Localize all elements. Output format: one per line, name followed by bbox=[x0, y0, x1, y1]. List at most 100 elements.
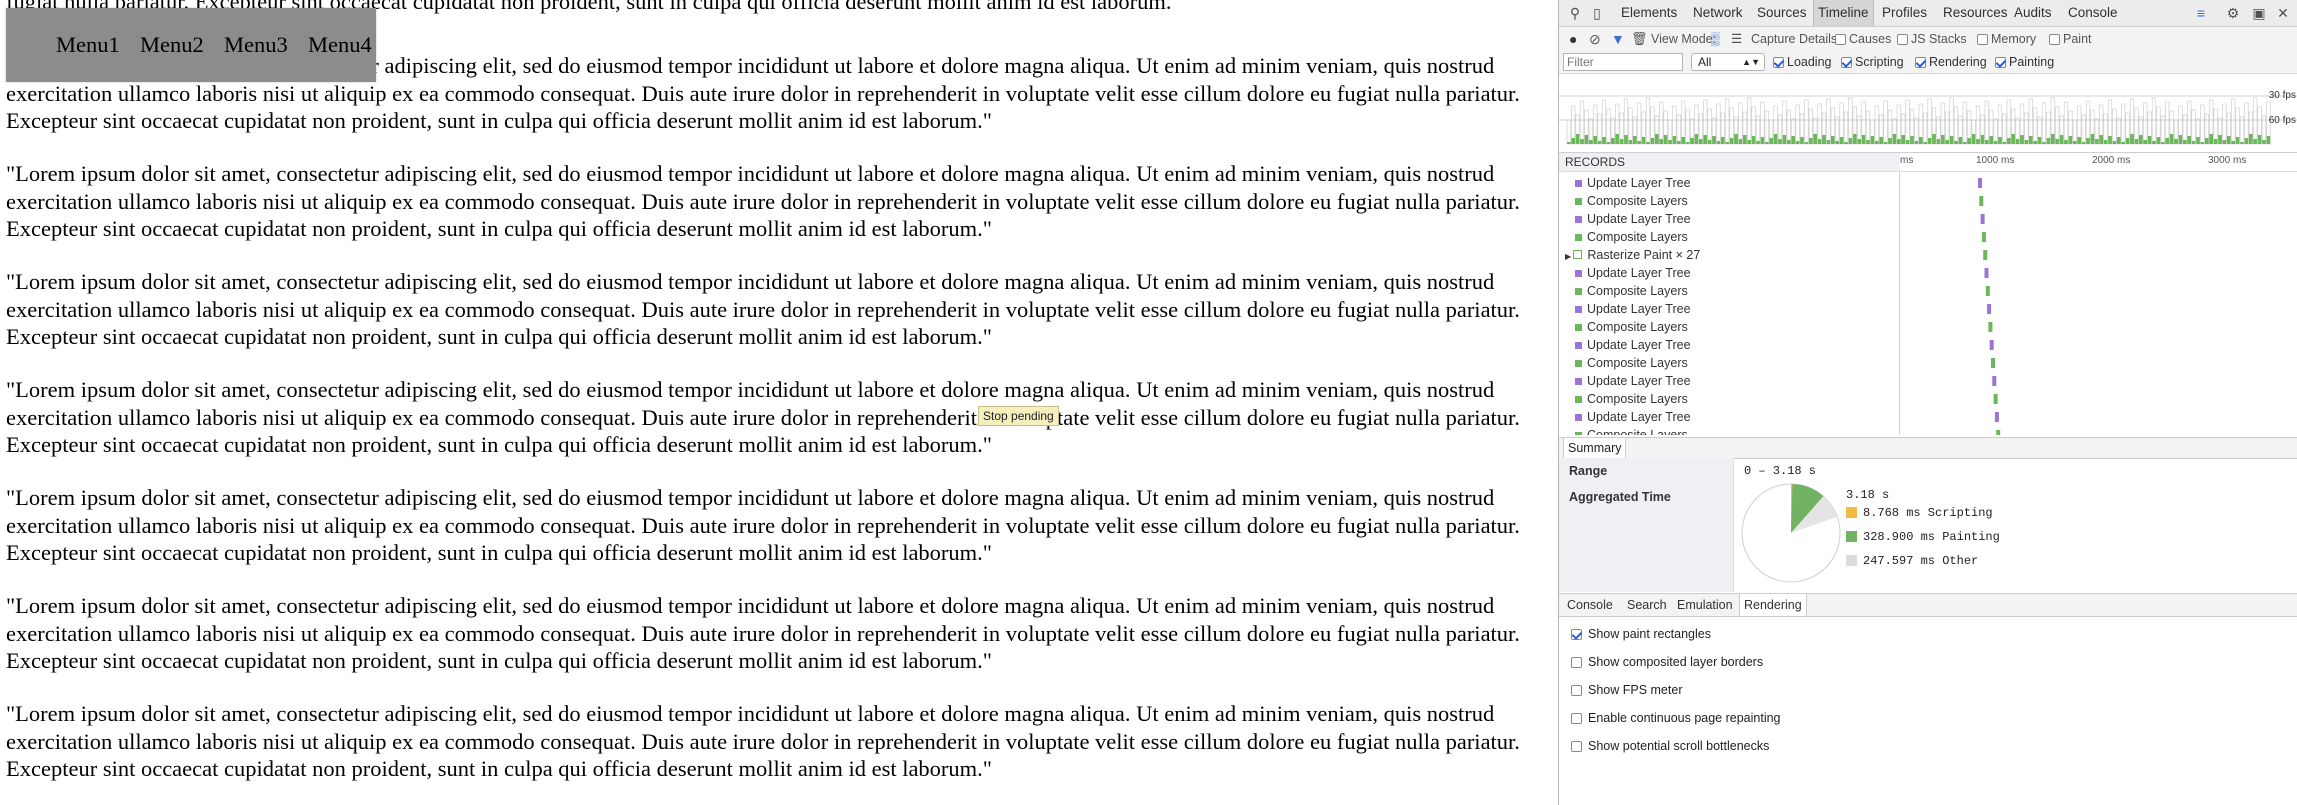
js-stacks-checkbox[interactable]: JS Stacks bbox=[1897, 27, 1967, 51]
record-label: Update Layer Tree bbox=[1587, 410, 1691, 424]
tab-resources[interactable]: Resources bbox=[1939, 0, 2012, 26]
drawer-tab-search[interactable]: Search bbox=[1623, 594, 1671, 616]
flame-chart-icon[interactable]: ☰ bbox=[1731, 27, 1742, 51]
close-icon[interactable]: ✕ bbox=[2273, 3, 2293, 23]
checkbox-icon[interactable] bbox=[1571, 741, 1582, 752]
record-row[interactable]: Composite Layers bbox=[1575, 192, 1688, 210]
waterfall-bar[interactable] bbox=[1987, 304, 1992, 314]
tab-console[interactable]: Console bbox=[2064, 0, 2122, 26]
waterfall-bar[interactable] bbox=[1984, 268, 1989, 278]
menu-item-3[interactable]: Menu3 bbox=[224, 32, 288, 58]
waterfall-chart bbox=[1978, 178, 2001, 435]
record-row[interactable]: Update Layer Tree bbox=[1575, 408, 1691, 426]
tab-profiles[interactable]: Profiles bbox=[1878, 0, 1931, 26]
dock-icon[interactable]: ▣ bbox=[2249, 3, 2269, 23]
timeline-overview[interactable]: 30 fps 60 fps bbox=[1559, 74, 2297, 153]
memory-checkbox[interactable]: Memory bbox=[1977, 27, 2036, 51]
frame-bar-outline bbox=[1843, 111, 1849, 145]
record-row[interactable]: Update Layer Tree bbox=[1575, 336, 1691, 354]
tab-timeline[interactable]: Timeline bbox=[1813, 0, 1874, 26]
frame-bar-outline bbox=[1914, 117, 1919, 145]
record-color-swatch bbox=[1575, 198, 1582, 205]
tab-network[interactable]: Network bbox=[1689, 0, 1747, 26]
rendering-option[interactable]: Show paint rectangles bbox=[1571, 623, 1711, 645]
frame-bar-outline bbox=[1637, 102, 1642, 145]
tab-summary[interactable]: Summary bbox=[1563, 438, 1627, 458]
clear-icon[interactable]: ⊘ bbox=[1589, 27, 1601, 51]
records-waterfall[interactable] bbox=[1900, 172, 2297, 435]
menu-item-4[interactable]: Menu4 bbox=[308, 32, 372, 58]
causes-checkbox[interactable]: Causes bbox=[1835, 27, 1891, 51]
loading-checkbox[interactable]: Loading bbox=[1773, 52, 1832, 72]
frame-bar-painting bbox=[1945, 140, 1949, 144]
checkbox-icon[interactable] bbox=[1571, 713, 1582, 724]
record-row[interactable]: Composite Layers bbox=[1575, 390, 1688, 408]
record-row[interactable]: Update Layer Tree bbox=[1575, 300, 1691, 318]
rendering-option[interactable]: Show FPS meter bbox=[1571, 679, 1682, 701]
waterfall-bar[interactable] bbox=[1979, 196, 1984, 206]
record-row[interactable]: Composite Layers bbox=[1575, 426, 1688, 435]
waterfall-bar[interactable] bbox=[1981, 232, 1986, 242]
rendering-checkbox[interactable]: Rendering bbox=[1915, 52, 1987, 72]
record-row[interactable]: Composite Layers bbox=[1575, 228, 1688, 246]
waterfall-bar[interactable] bbox=[1993, 394, 1998, 404]
tab-elements[interactable]: Elements bbox=[1617, 0, 1681, 26]
menu-item-2[interactable]: Menu2 bbox=[140, 32, 204, 58]
record-row[interactable]: ▶ Rasterize Paint × 27 bbox=[1565, 246, 1700, 264]
checkbox-icon[interactable] bbox=[1571, 657, 1582, 668]
record-row[interactable]: Update Layer Tree bbox=[1575, 372, 1691, 390]
record-row[interactable]: Update Layer Tree bbox=[1575, 174, 1691, 192]
records-list[interactable]: Update Layer Tree Composite Layers Update … bbox=[1559, 172, 1900, 435]
checkbox-icon[interactable] bbox=[1571, 685, 1582, 696]
frame-bar-painting bbox=[1804, 142, 1809, 144]
devtools-tabbar: ⚲ ▯ Elements Network Sources Timeline Pr… bbox=[1559, 0, 2297, 27]
checkbox-icon[interactable] bbox=[1571, 629, 1582, 640]
bar-chart-icon[interactable]: ▒ bbox=[1711, 27, 1720, 51]
drawer-tab-emulation[interactable]: Emulation bbox=[1673, 594, 1737, 616]
frame-bar-painting bbox=[2191, 141, 2196, 144]
waterfall-bar[interactable] bbox=[1980, 214, 1985, 224]
waterfall-bar[interactable] bbox=[1988, 322, 1993, 332]
rendering-option-label: Show potential scroll bottlenecks bbox=[1588, 739, 1770, 753]
menu-item-1[interactable]: Menu1 bbox=[56, 32, 120, 58]
record-row[interactable]: Composite Layers bbox=[1575, 354, 1688, 372]
inspect-icon[interactable]: ⚲ bbox=[1565, 3, 1585, 23]
filter-icon[interactable]: ▼ bbox=[1611, 27, 1625, 51]
rendering-option[interactable]: Show potential scroll bottlenecks bbox=[1571, 735, 1769, 757]
tab-sources[interactable]: Sources bbox=[1753, 0, 1811, 26]
record-row[interactable]: Composite Layers bbox=[1575, 318, 1688, 336]
device-mode-icon[interactable]: ▯ bbox=[1587, 3, 1607, 23]
filter-input[interactable] bbox=[1563, 53, 1683, 71]
waterfall-bar[interactable] bbox=[1992, 376, 1997, 386]
record-row[interactable]: Update Layer Tree bbox=[1575, 264, 1691, 282]
expand-triangle-icon[interactable]: ▶ bbox=[1565, 252, 1573, 261]
record-row[interactable]: Composite Layers bbox=[1575, 282, 1688, 300]
record-row[interactable]: Update Layer Tree bbox=[1575, 210, 1691, 228]
waterfall-bar[interactable] bbox=[1989, 340, 1994, 350]
scripting-checkbox[interactable]: Scripting bbox=[1841, 52, 1904, 72]
waterfall-bar[interactable] bbox=[1983, 250, 1988, 260]
paint-checkbox[interactable]: Paint bbox=[2049, 27, 2092, 51]
frame-bar-painting bbox=[1791, 136, 1795, 144]
waterfall-bar[interactable] bbox=[1978, 178, 1982, 188]
record-color-swatch bbox=[1575, 324, 1582, 331]
waterfall-bar[interactable] bbox=[1994, 412, 1999, 422]
gear-icon[interactable]: ⚙ bbox=[2223, 3, 2243, 23]
console-drawer-icon[interactable]: ≡ bbox=[2191, 3, 2211, 23]
category-select[interactable]: All ▲▼ bbox=[1691, 53, 1765, 71]
painting-checkbox[interactable]: Painting bbox=[1995, 52, 2054, 72]
memory-label: Memory bbox=[1991, 32, 2037, 46]
waterfall-bar[interactable] bbox=[1991, 358, 1995, 368]
drawer-tab-console[interactable]: Console bbox=[1563, 594, 1617, 616]
record-icon[interactable]: ● bbox=[1569, 27, 1577, 51]
frame-bar-outline bbox=[1645, 97, 1651, 145]
drawer-tab-rendering[interactable]: Rendering bbox=[1739, 594, 1807, 616]
frame-bar-painting bbox=[1976, 139, 1980, 144]
waterfall-bar[interactable] bbox=[1996, 430, 2001, 435]
rendering-option[interactable]: Enable continuous page repainting bbox=[1571, 707, 1781, 729]
rendering-option[interactable]: Show composited layer borders bbox=[1571, 651, 1763, 673]
tab-audits[interactable]: Audits bbox=[2010, 0, 2056, 26]
trash-icon[interactable]: 🗑 bbox=[1631, 27, 1648, 51]
waterfall-bar[interactable] bbox=[1985, 286, 1990, 296]
frame-bar-painting bbox=[1989, 136, 1993, 144]
